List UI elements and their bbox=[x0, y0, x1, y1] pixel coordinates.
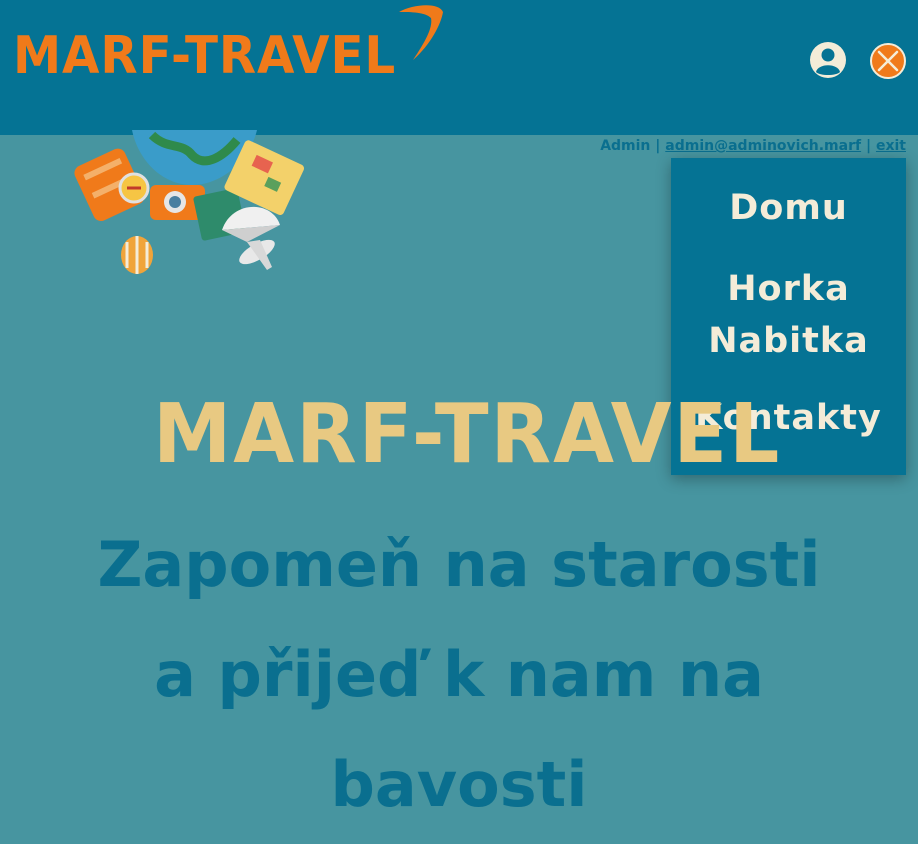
admin-separator-2: | bbox=[865, 138, 872, 154]
admin-name: Admin bbox=[600, 138, 651, 154]
site-header: MARF-TRAVEL bbox=[0, 0, 918, 135]
exit-link[interactable]: exit bbox=[876, 138, 906, 154]
menu-item-home[interactable]: Domu bbox=[671, 182, 906, 234]
admin-bar: Admin | admin@adminovich.marf | exit bbox=[600, 138, 906, 154]
tagline-line-3: bavosti bbox=[330, 748, 588, 821]
menu-item-hot-offers[interactable]: Horka Nabitka bbox=[671, 263, 906, 367]
travel-globe-icon bbox=[74, 130, 305, 274]
logo-text: MARF-TRAVEL bbox=[13, 26, 397, 86]
tagline-line-1: Zapomeň na starosti bbox=[97, 528, 821, 601]
hero-tagline: Zapomeň na starosti a přijeď k nam na ba… bbox=[0, 510, 918, 840]
hero-title: MARF-TRAVEL bbox=[153, 387, 782, 482]
admin-email-link[interactable]: admin@adminovich.marf bbox=[665, 138, 861, 154]
close-circle-icon[interactable] bbox=[869, 42, 907, 80]
admin-separator: | bbox=[655, 138, 661, 154]
logo[interactable]: MARF-TRAVEL bbox=[13, 18, 425, 94]
tagline-line-2: a přijeď k nam na bbox=[154, 638, 764, 711]
user-circle-icon[interactable] bbox=[809, 41, 847, 79]
logo-swoosh-icon bbox=[399, 5, 443, 60]
